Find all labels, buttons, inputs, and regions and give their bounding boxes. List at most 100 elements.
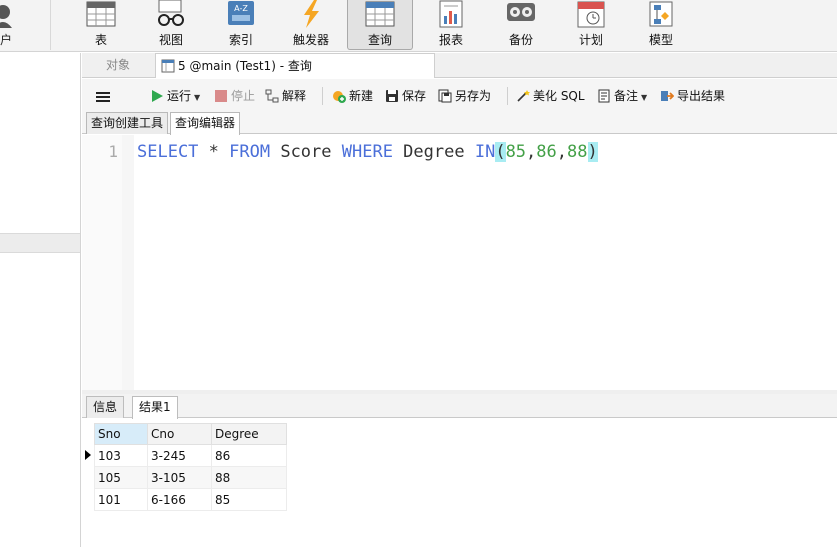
tab-objects[interactable]: 对象: [82, 53, 154, 78]
keyword-from: FROM: [229, 142, 271, 162]
table-row[interactable]: 103 3-245 86: [94, 444, 287, 467]
ribbon-report-label: 报表: [438, 33, 463, 47]
save-as-button[interactable]: 另存为: [438, 87, 491, 105]
token-comma: ,: [556, 142, 568, 162]
ribbon-trigger-label: 触发器: [292, 33, 329, 47]
ribbon-table-label: 表: [94, 33, 107, 47]
index-icon: A-Z: [228, 1, 254, 25]
column-header-degree[interactable]: Degree: [211, 423, 287, 445]
query-mode-tabs: 查询创建工具 查询编辑器: [82, 112, 837, 135]
ribbon-button-user[interactable]: 户: [0, 0, 18, 50]
object-navigator-panel[interactable]: [0, 53, 81, 547]
toolbar-separator: [322, 87, 323, 105]
save-as-icon: [438, 89, 452, 102]
magic-wand-icon: [517, 89, 530, 102]
query-grid-icon: [365, 1, 395, 27]
query-document-icon: [161, 59, 175, 73]
export-icon: [661, 90, 674, 101]
cell-degree[interactable]: 86: [211, 444, 287, 467]
ribbon-view-label: 视图: [158, 33, 183, 47]
table-header-row: Sno Cno Degree: [94, 423, 287, 445]
sql-editor[interactable]: 1 SELECT * FROM Score WHERE Degree IN(85…: [82, 135, 837, 390]
ribbon-button-table[interactable]: 表: [68, 0, 134, 50]
ribbon-button-schedule[interactable]: 计划: [558, 0, 624, 50]
cell-degree[interactable]: 85: [211, 488, 287, 511]
stop-button[interactable]: 停止: [214, 87, 255, 105]
cell-cno[interactable]: 3-105: [147, 466, 212, 489]
new-icon: [333, 90, 346, 103]
table-row[interactable]: 101 6-166 85: [94, 488, 287, 511]
new-query-label: 新建: [349, 89, 374, 103]
stop-icon: [215, 89, 227, 102]
toolbar-separator: [507, 87, 508, 105]
ribbon-button-trigger[interactable]: 触发器: [278, 0, 344, 50]
ribbon-button-query[interactable]: 查询: [347, 0, 413, 50]
save-disk-icon: [386, 89, 398, 102]
current-row-marker-icon: [85, 450, 91, 460]
result-grid[interactable]: Sno Cno Degree 103 3-245 86 105 3-105 88…: [82, 423, 837, 547]
ribbon-query-label: 查询: [367, 33, 392, 47]
token-open-paren: (: [495, 142, 506, 162]
comment-button[interactable]: 备注 ▼: [597, 87, 647, 105]
ribbon-button-backup[interactable]: 备份: [488, 0, 554, 50]
report-icon: [439, 0, 463, 28]
navigator-selected-row[interactable]: [0, 233, 80, 253]
stop-label: 停止: [231, 89, 256, 103]
tab-query-builder[interactable]: 查询创建工具: [86, 112, 169, 134]
lightning-icon: [304, 0, 319, 28]
sql-code-line[interactable]: SELECT * FROM Score WHERE Degree IN(85,8…: [137, 142, 598, 162]
run-dropdown-caret-icon[interactable]: ▼: [194, 93, 200, 102]
token-number: 88: [567, 142, 588, 162]
run-label: 运行: [167, 89, 192, 103]
ribbon-button-view[interactable]: 视图: [138, 0, 204, 50]
tab-result-1[interactable]: 结果1: [132, 396, 178, 419]
keyword-in: IN: [474, 142, 496, 162]
ribbon-button-model[interactable]: 模型: [628, 0, 694, 50]
cell-degree[interactable]: 88: [211, 466, 287, 489]
line-number: 1: [108, 142, 118, 161]
save-as-label: 另存为: [455, 89, 492, 103]
column-header-sno[interactable]: Sno: [94, 423, 148, 445]
comment-label: 备注: [614, 89, 639, 103]
ribbon-index-label: 索引: [228, 33, 253, 47]
table-icon: [86, 1, 116, 27]
fold-gutter: [122, 135, 134, 390]
keyword-select: SELECT: [137, 142, 199, 162]
cell-sno[interactable]: 105: [94, 466, 148, 489]
comment-dropdown-caret-icon[interactable]: ▼: [641, 93, 647, 102]
tab-info[interactable]: 信息: [86, 396, 125, 418]
cell-sno[interactable]: 101: [94, 488, 148, 511]
result-table: Sno Cno Degree 103 3-245 86 105 3-105 88…: [94, 423, 287, 511]
beautify-sql-button[interactable]: 美化 SQL: [516, 87, 585, 105]
backup-icon: [507, 3, 535, 21]
menu-button[interactable]: [96, 87, 110, 105]
tab-query-editor[interactable]: 查询编辑器: [170, 112, 241, 135]
ribbon-model-label: 模型: [648, 33, 673, 47]
main-ribbon-toolbar: 户 表 视图 A-Z 索引 触发器 查询 报表 备份 计划 模型: [0, 0, 837, 52]
cell-sno[interactable]: 103: [94, 444, 148, 467]
save-button[interactable]: 保存: [385, 87, 426, 105]
ribbon-button-report[interactable]: 报表: [418, 0, 484, 50]
user-icon: [0, 5, 12, 28]
export-results-label: 导出结果: [677, 89, 726, 103]
token-table-name: Score: [270, 142, 342, 162]
cell-cno[interactable]: 3-245: [147, 444, 212, 467]
ribbon-button-index[interactable]: A-Z 索引: [208, 0, 274, 50]
model-icon: [649, 1, 673, 27]
document-tab-bar: 对象 5 @main (Test1) - 查询: [82, 53, 837, 78]
line-number-gutter: 1: [82, 135, 122, 390]
cell-cno[interactable]: 6-166: [147, 488, 212, 511]
svg-text:A-Z: A-Z: [234, 4, 248, 13]
new-query-button[interactable]: 新建: [332, 87, 373, 105]
save-label: 保存: [402, 89, 427, 103]
column-header-cno[interactable]: Cno: [147, 423, 212, 445]
glasses-icon: [158, 0, 184, 26]
hamburger-icon: [96, 91, 110, 102]
tab-query-document-label: 5 @main (Test1) - 查询: [178, 59, 312, 73]
run-button[interactable]: 运行 ▼: [150, 87, 200, 105]
token-close-paren: ): [587, 142, 598, 162]
table-row[interactable]: 105 3-105 88: [94, 466, 287, 489]
export-results-button[interactable]: 导出结果: [660, 87, 725, 105]
tab-query-document[interactable]: 5 @main (Test1) - 查询: [155, 53, 435, 78]
explain-button[interactable]: 解释: [265, 87, 306, 105]
